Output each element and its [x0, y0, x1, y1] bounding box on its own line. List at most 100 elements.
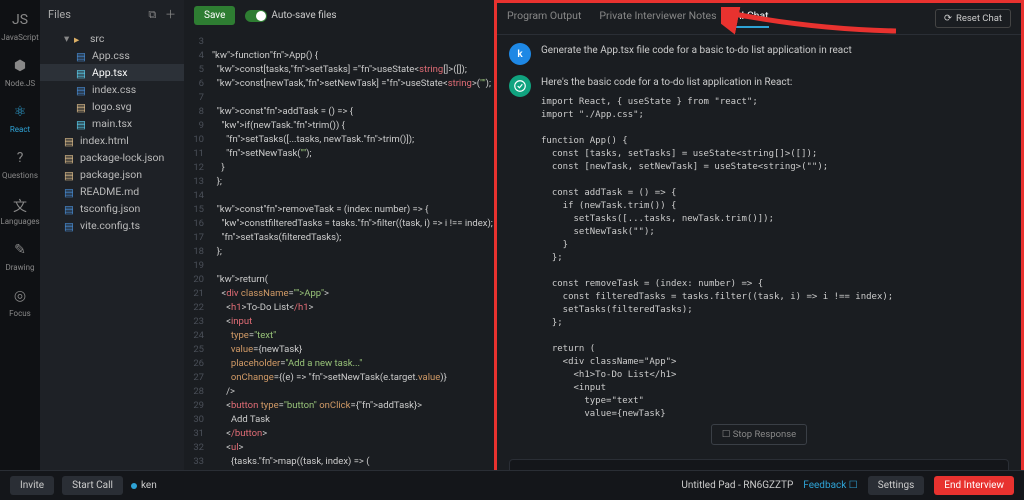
end-interview-button[interactable]: End Interview — [934, 476, 1014, 495]
code-line[interactable]: 3 — [184, 35, 494, 49]
code-line[interactable]: 10 "fn">setTasks([...tasks, newTask."fn"… — [184, 133, 494, 147]
autosave-toggle[interactable]: Auto-save files — [245, 10, 336, 22]
tab-private-interviewer-notes[interactable]: Private Interviewer Notes — [599, 9, 716, 28]
file-README-md[interactable]: ▤README.md — [40, 183, 184, 200]
file-vite-config-ts[interactable]: ▤vite.config.ts — [40, 217, 184, 234]
start-call-button[interactable]: Start Call — [62, 476, 123, 495]
code-line[interactable]: 28 /> — [184, 385, 494, 399]
rail-item-drawing[interactable]: ✎Drawing — [0, 236, 40, 282]
presence-dot-icon — [131, 483, 137, 489]
save-button[interactable]: Save — [194, 6, 235, 25]
reset-chat-button[interactable]: ⟳ Reset Chat — [935, 9, 1011, 28]
code-line[interactable]: 24 type="text" — [184, 329, 494, 343]
rail-item-languages[interactable]: 文Languages — [0, 190, 40, 236]
invite-button[interactable]: Invite — [10, 476, 54, 495]
node.js-icon: ⬢ — [11, 58, 29, 76]
new-folder-icon[interactable]: ＋ — [165, 8, 176, 21]
code-line[interactable]: 20 "kw">return ( — [184, 273, 494, 287]
code-line[interactable]: 19 — [184, 259, 494, 273]
svg-file-icon: ▤ — [76, 101, 88, 113]
code-line[interactable]: 33 {tasks."fn">map((task, index) => ( — [184, 455, 494, 469]
focus-icon: ◎ — [11, 288, 29, 306]
react-file-icon: ▤ — [76, 67, 88, 79]
json-file-icon: ▤ — [64, 152, 76, 164]
editor-pane: Save Auto-save files 34"kw">function "fn… — [184, 0, 494, 500]
file-tsconfig-json[interactable]: ▤tsconfig.json — [40, 200, 184, 217]
file-index-html[interactable]: ▤index.html — [40, 132, 184, 149]
tab-program-output[interactable]: Program Output — [507, 9, 581, 28]
file-tree: ▾▸src▤App.css▤App.tsx▤index.css▤logo.svg… — [40, 28, 184, 236]
file-main-tsx[interactable]: ▤main.tsx — [40, 115, 184, 132]
code-line[interactable]: 17 "fn">setTasks(filteredTasks); — [184, 231, 494, 245]
rail-item-focus[interactable]: ◎Focus — [0, 282, 40, 328]
chat-body: k Generate the App.tsx file code for a b… — [497, 35, 1021, 418]
rail-item-react[interactable]: ⚛React — [0, 98, 40, 144]
code-line[interactable]: 13 }; — [184, 175, 494, 189]
code-line[interactable]: 4"kw">function "fn">App() { — [184, 49, 494, 63]
rail-item-javascript[interactable]: JSJavaScript — [0, 6, 40, 52]
react-file-icon: ▤ — [76, 118, 88, 130]
files-header: Files ⧉ ＋ — [40, 0, 184, 28]
md-file-icon: ▤ — [64, 186, 76, 198]
code-line[interactable]: 29 <button type="button" onClick={"fn">a… — [184, 399, 494, 413]
css-file-icon: ▤ — [76, 50, 88, 62]
ai-message: Here's the basic code for a to-do list a… — [509, 75, 1009, 418]
stop-response-button[interactable]: ☐ Stop Response — [711, 424, 807, 445]
file-package-json[interactable]: ▤package.json — [40, 166, 184, 183]
file-App-tsx[interactable]: ▤App.tsx — [40, 64, 184, 81]
code-line[interactable]: 32 <ul> — [184, 441, 494, 455]
file-logo-svg[interactable]: ▤logo.svg — [40, 98, 184, 115]
code-line[interactable]: 23 <input — [184, 315, 494, 329]
new-file-icon[interactable]: ⧉ — [148, 8, 156, 21]
bottom-bar: Invite Start Call ken Untitled Pad - RN6… — [0, 470, 1024, 500]
code-line[interactable]: 6 "kw">const [newTask, "fn">setNewTask] … — [184, 77, 494, 91]
code-line[interactable]: 11 "fn">setNewTask(""); — [184, 147, 494, 161]
ai-avatar — [509, 75, 531, 97]
css-file-icon: ▤ — [76, 84, 88, 96]
chevron-down-icon: ▾ — [64, 32, 74, 45]
rail-item-node-js[interactable]: ⬢Node.JS — [0, 52, 40, 98]
code-line[interactable]: 16 "kw">const filteredTasks = tasks."fn"… — [184, 217, 494, 231]
file-package-lock-json[interactable]: ▤package-lock.json — [40, 149, 184, 166]
code-line[interactable]: 21 <div className="">App"> — [184, 287, 494, 301]
files-pane: Files ⧉ ＋ ▾▸src▤App.css▤App.tsx▤index.cs… — [40, 0, 184, 500]
code-line[interactable]: 15 "kw">const "fn">removeTask = (index: … — [184, 203, 494, 217]
code-line[interactable]: 31 </button> — [184, 427, 494, 441]
code-line[interactable]: 14 — [184, 189, 494, 203]
feedback-link[interactable]: Feedback ☐ — [803, 480, 857, 491]
rail-item-questions[interactable]: ?Questions — [0, 144, 40, 190]
pad-title: Untitled Pad - RN6GZZTP — [681, 480, 793, 491]
code-line[interactable]: 27 onChange={(e) => "fn">setNewTask(e.ta… — [184, 371, 494, 385]
code-line[interactable]: 25 value={newTask} — [184, 343, 494, 357]
autosave-label: Auto-save files — [271, 10, 336, 21]
code-line[interactable]: 8 "kw">const "fn">addTask = () => { — [184, 105, 494, 119]
questions-icon: ? — [11, 150, 29, 168]
ai-code-block: import React, { useState } from "react";… — [541, 96, 1009, 418]
react-icon: ⚛ — [11, 104, 29, 122]
toggle-switch-icon[interactable] — [245, 10, 267, 22]
code-line[interactable]: 7 — [184, 91, 494, 105]
folder-src[interactable]: ▾▸src — [40, 30, 184, 47]
code-line[interactable]: 5 "kw">const [tasks, "fn">setTasks] = "f… — [184, 63, 494, 77]
chat-header: Program Output Private Interviewer Notes A… — [497, 3, 1021, 35]
code-editor[interactable]: 34"kw">function "fn">App() {5 "kw">const… — [184, 31, 494, 500]
javascript-icon: JS — [11, 12, 29, 30]
json-file-icon: ▤ — [64, 169, 76, 181]
code-line[interactable]: 26 placeholder="Add a new task..." — [184, 357, 494, 371]
user-message-text: Generate the App.tsx file code for a bas… — [541, 43, 1009, 65]
file-index-css[interactable]: ▤index.css — [40, 81, 184, 98]
ai-message-body: Here's the basic code for a to-do list a… — [541, 75, 1009, 418]
chat-tabs: Program Output Private Interviewer Notes A… — [507, 9, 769, 28]
code-line[interactable]: 30 Add Task — [184, 413, 494, 427]
code-line[interactable]: 9 "kw">if (newTask."fn">trim()) { — [184, 119, 494, 133]
file-App-css[interactable]: ▤App.css — [40, 47, 184, 64]
code-line[interactable]: 12 } — [184, 161, 494, 175]
code-line[interactable]: 22 <h1>To-Do List</h1> — [184, 301, 494, 315]
settings-button[interactable]: Settings — [868, 476, 925, 495]
code-line[interactable]: 18 }; — [184, 245, 494, 259]
files-title: Files — [48, 8, 71, 21]
tab-ai-chat[interactable]: AI Chat — [735, 9, 769, 28]
presence-indicator: ken — [131, 480, 157, 491]
languages-icon: 文 — [11, 196, 29, 214]
json-file-icon: ▤ — [64, 135, 76, 147]
